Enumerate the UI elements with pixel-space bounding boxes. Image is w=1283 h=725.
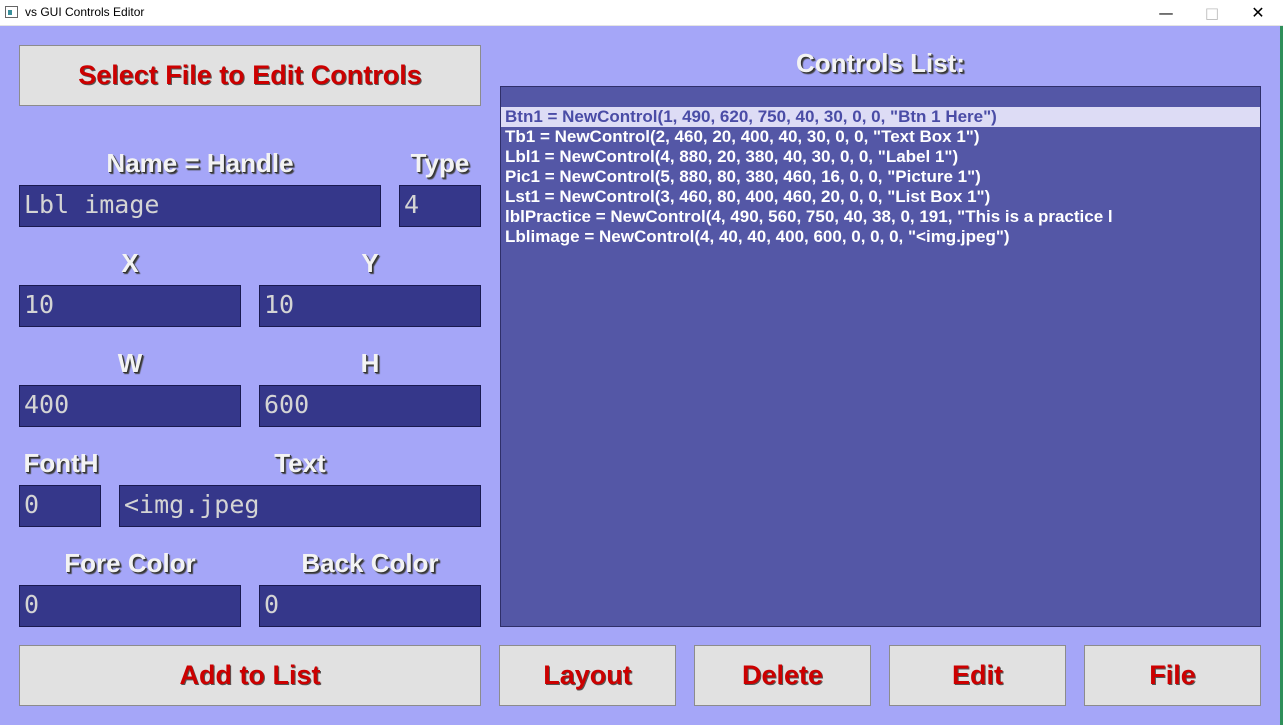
minimize-button[interactable]: — bbox=[1143, 0, 1189, 26]
type-field[interactable]: 4 bbox=[399, 185, 481, 227]
list-item[interactable]: Lblimage = NewControl(4, 40, 40, 400, 60… bbox=[501, 227, 1260, 247]
type-label: Type bbox=[410, 148, 470, 178]
name-label: Name = Handle bbox=[106, 148, 294, 178]
h-field[interactable]: 600 bbox=[259, 385, 481, 427]
fonth-field[interactable]: 0 bbox=[19, 485, 101, 527]
controls-list-title: Controls List: bbox=[796, 48, 965, 78]
fore-color-field[interactable]: 0 bbox=[19, 585, 241, 627]
text-field[interactable]: <img.jpeg bbox=[119, 485, 481, 527]
list-item[interactable]: Lst1 = NewControl(3, 460, 80, 400, 460, … bbox=[501, 187, 1260, 207]
list-item[interactable]: lblPractice = NewControl(4, 490, 560, 75… bbox=[501, 207, 1260, 227]
maximize-button[interactable]: □ bbox=[1189, 0, 1235, 26]
layout-button[interactable]: Layout bbox=[499, 645, 676, 706]
x-label: X bbox=[121, 248, 139, 278]
x-field[interactable]: 10 bbox=[19, 285, 241, 327]
text-label: Text bbox=[274, 448, 326, 478]
window-title: vs GUI Controls Editor bbox=[25, 5, 145, 19]
delete-button[interactable]: Delete bbox=[694, 645, 871, 706]
back-color-label: Back Color bbox=[301, 548, 439, 578]
list-item[interactable]: Lbl1 = NewControl(4, 880, 20, 380, 40, 3… bbox=[501, 147, 1260, 167]
h-label: H bbox=[360, 348, 380, 378]
app-icon bbox=[5, 6, 18, 18]
file-button[interactable]: File bbox=[1084, 645, 1261, 706]
fonth-label: FontH bbox=[23, 448, 99, 478]
back-color-field[interactable]: 0 bbox=[259, 585, 481, 627]
title-bar: vs GUI Controls Editor — □ ✕ bbox=[0, 0, 1283, 26]
controls-listbox[interactable]: Btn1 = NewControl(1, 490, 620, 750, 40, … bbox=[500, 86, 1261, 627]
edit-button[interactable]: Edit bbox=[889, 645, 1066, 706]
w-label: W bbox=[117, 348, 143, 378]
name-field[interactable]: Lbl image bbox=[19, 185, 381, 227]
y-field[interactable]: 10 bbox=[259, 285, 481, 327]
close-button[interactable]: ✕ bbox=[1235, 0, 1281, 26]
list-item[interactable]: Tb1 = NewControl(2, 460, 20, 400, 40, 30… bbox=[501, 127, 1260, 147]
list-item[interactable]: Btn1 = NewControl(1, 490, 620, 750, 40, … bbox=[501, 107, 1260, 127]
y-label: Y bbox=[361, 248, 379, 278]
w-field[interactable]: 400 bbox=[19, 385, 241, 427]
fore-color-label: Fore Color bbox=[64, 548, 196, 578]
add-to-list-button[interactable]: Add to List bbox=[19, 645, 481, 706]
list-item[interactable]: Pic1 = NewControl(5, 880, 80, 380, 460, … bbox=[501, 167, 1260, 187]
select-file-button[interactable]: Select File to Edit Controls bbox=[19, 45, 481, 106]
